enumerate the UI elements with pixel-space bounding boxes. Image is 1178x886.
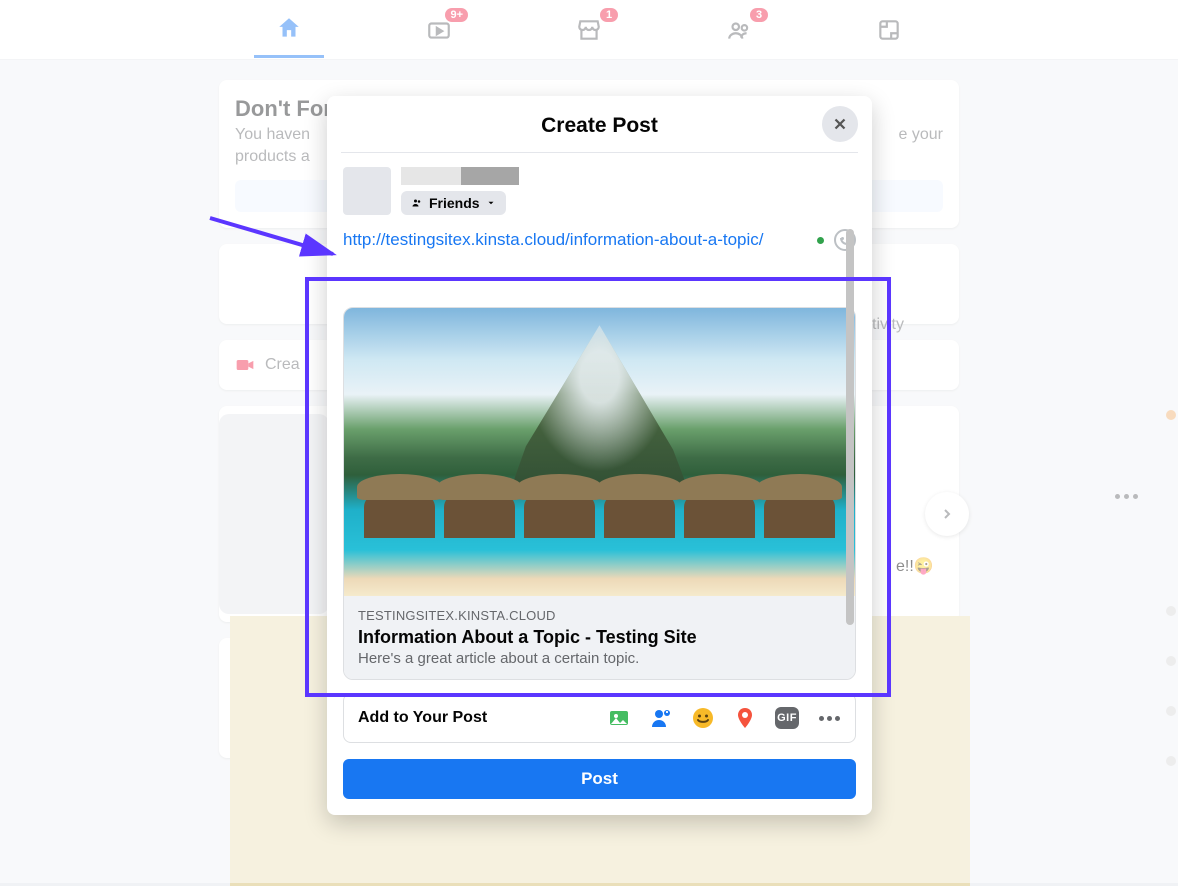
tag-person-icon <box>649 705 673 731</box>
caret-down-icon <box>486 198 496 208</box>
avatar <box>343 167 391 215</box>
feeling-button[interactable] <box>691 706 715 730</box>
post-button[interactable]: Post <box>343 759 856 799</box>
gif-button[interactable]: GIF <box>775 706 799 730</box>
compose-textarea[interactable]: http://testingsitex.kinsta.cloud/informa… <box>343 229 856 257</box>
modal-title: Create Post <box>357 114 842 138</box>
gif-icon: GIF <box>775 707 799 729</box>
create-post-modal: Create Post Friends <box>327 96 872 815</box>
status-dot <box>817 237 824 244</box>
author-name <box>401 167 519 185</box>
ellipsis-icon <box>819 716 840 721</box>
photo-video-button[interactable] <box>607 706 631 730</box>
compose-url-text: http://testingsitex.kinsta.cloud/informa… <box>343 230 764 249</box>
more-options-button[interactable] <box>817 706 841 730</box>
photo-icon <box>607 705 631 731</box>
add-to-post-label: Add to Your Post <box>358 709 487 727</box>
friends-icon <box>411 197 423 209</box>
link-preview-card: TESTINGSITEX.KINSTA.CLOUD Information Ab… <box>343 307 856 680</box>
author-row: Friends <box>343 167 856 215</box>
add-to-post-bar: Add to Your Post GIF <box>343 693 856 743</box>
check-in-button[interactable] <box>733 706 757 730</box>
audience-selector[interactable]: Friends <box>401 191 506 215</box>
close-icon <box>831 115 849 133</box>
feeling-icon <box>691 705 715 731</box>
scrollbar[interactable] <box>846 229 854 679</box>
name-part <box>461 167 519 185</box>
audience-label: Friends <box>429 195 480 211</box>
preview-domain: TESTINGSITEX.KINSTA.CLOUD <box>358 608 841 623</box>
name-part <box>401 167 461 185</box>
tag-people-button[interactable] <box>649 706 673 730</box>
close-button[interactable] <box>822 106 858 142</box>
preview-description: Here's a great article about a certain t… <box>358 650 841 667</box>
preview-image <box>344 308 855 596</box>
location-icon <box>733 705 757 731</box>
preview-title: Information About a Topic - Testing Site <box>358 627 841 648</box>
